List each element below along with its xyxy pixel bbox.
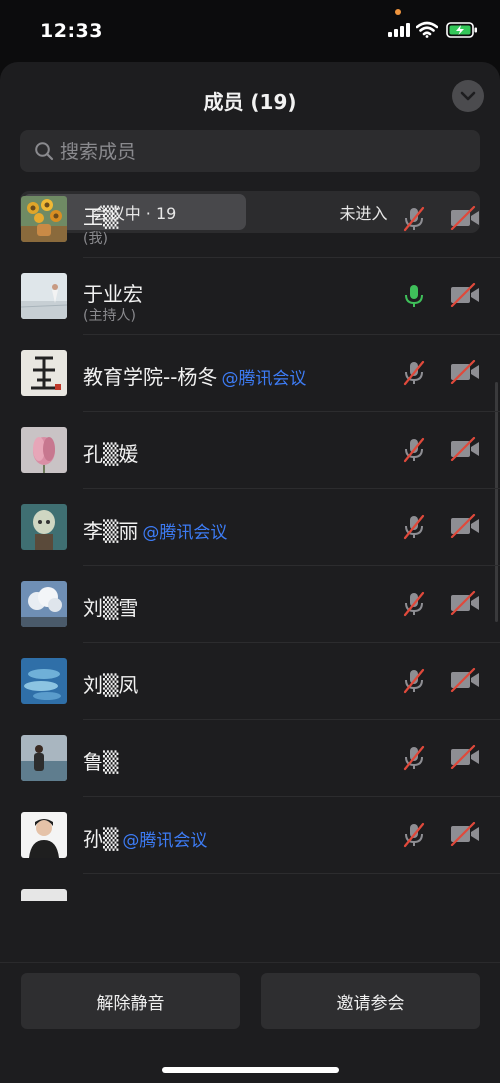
- invite-button[interactable]: 邀请参会: [261, 973, 480, 1029]
- avatar: [21, 504, 67, 550]
- mic-muted-icon[interactable]: [402, 514, 426, 540]
- status-bar: 12:33: [0, 0, 500, 62]
- camera-off-icon[interactable]: [450, 514, 480, 538]
- camera-off-icon[interactable]: [450, 206, 480, 230]
- camera-off-icon[interactable]: [450, 437, 480, 461]
- member-row[interactable]: 孙▒ @腾讯会议: [0, 797, 500, 874]
- member-name: 鲁▒: [83, 750, 119, 774]
- camera-off-icon[interactable]: [450, 745, 480, 769]
- member-row[interactable]: 于业宏 (主持人): [0, 258, 500, 335]
- mic-muted-icon[interactable]: [402, 437, 426, 463]
- camera-off-icon[interactable]: [450, 591, 480, 615]
- recording-indicator-dot: [395, 9, 401, 15]
- tencent-meeting-tag: @腾讯会议: [122, 831, 208, 851]
- search-box[interactable]: [20, 130, 480, 174]
- member-name: 刘▒雪: [83, 596, 139, 620]
- member-name-line: 李▒丽 @腾讯会议: [83, 515, 227, 544]
- member-role: (我): [83, 231, 108, 247]
- search-icon: [35, 142, 54, 161]
- search-input[interactable]: [58, 130, 462, 174]
- member-name: 孔▒媛: [83, 442, 139, 466]
- camera-off-icon[interactable]: [450, 360, 480, 384]
- member-row[interactable]: 鲁▒: [0, 720, 500, 797]
- mic-muted-icon[interactable]: [402, 668, 426, 694]
- member-name: 刘▒凤: [83, 673, 139, 697]
- mic-muted-icon[interactable]: [402, 360, 426, 386]
- member-name-line: 孙▒ @腾讯会议: [83, 823, 207, 852]
- cellular-signal-icon: [388, 23, 410, 37]
- avatar: [21, 427, 67, 473]
- avatar: [21, 735, 67, 781]
- mic-muted-icon[interactable]: [402, 822, 426, 848]
- wifi-icon: [416, 21, 438, 38]
- member-list: 王▒ (我) 于业宏 (主持人) 教育学院--杨冬 @腾讯会议 孔▒媛 李▒丽 …: [0, 181, 500, 901]
- collapse-button[interactable]: [452, 80, 484, 112]
- avatar: [21, 196, 67, 242]
- avatar: [21, 889, 67, 901]
- avatar: [21, 658, 67, 704]
- status-time: 12:33: [40, 20, 103, 42]
- bottom-action-bar: 解除静音 邀请参会: [0, 962, 500, 1083]
- member-row[interactable]: [0, 874, 500, 901]
- member-name-line: 教育学院--杨冬 @腾讯会议: [83, 361, 306, 390]
- member-row[interactable]: 李▒丽 @腾讯会议: [0, 489, 500, 566]
- camera-off-icon[interactable]: [450, 283, 480, 307]
- home-indicator[interactable]: [162, 1067, 339, 1073]
- member-row[interactable]: 刘▒雪: [0, 566, 500, 643]
- mic-on-icon[interactable]: [402, 283, 426, 309]
- member-row[interactable]: 孔▒媛: [0, 412, 500, 489]
- tencent-meeting-tag: @腾讯会议: [221, 369, 307, 389]
- avatar: [21, 350, 67, 396]
- member-row[interactable]: 王▒ (我): [0, 181, 500, 258]
- camera-off-icon[interactable]: [450, 822, 480, 846]
- avatar: [21, 812, 67, 858]
- chevron-down-icon: [460, 91, 476, 101]
- member-name: 王▒: [83, 205, 119, 229]
- avatar: [21, 581, 67, 627]
- member-row[interactable]: 刘▒凤: [0, 643, 500, 720]
- mic-muted-icon[interactable]: [402, 745, 426, 771]
- sheet-title: 成员 (19): [203, 90, 297, 114]
- tencent-meeting-tag: @腾讯会议: [142, 523, 228, 543]
- member-name: 教育学院--杨冬: [83, 365, 218, 389]
- member-name: 孙▒: [83, 827, 119, 851]
- camera-off-icon[interactable]: [450, 668, 480, 692]
- member-name: 于业宏: [83, 282, 143, 306]
- avatar: [21, 273, 67, 319]
- member-row[interactable]: 教育学院--杨冬 @腾讯会议: [0, 335, 500, 412]
- member-role: (主持人): [83, 308, 136, 324]
- mic-muted-icon[interactable]: [402, 206, 426, 232]
- member-name: 李▒丽: [83, 519, 139, 543]
- mic-muted-icon[interactable]: [402, 591, 426, 617]
- battery-charging-icon: [446, 22, 477, 38]
- unmute-all-button[interactable]: 解除静音: [21, 973, 240, 1029]
